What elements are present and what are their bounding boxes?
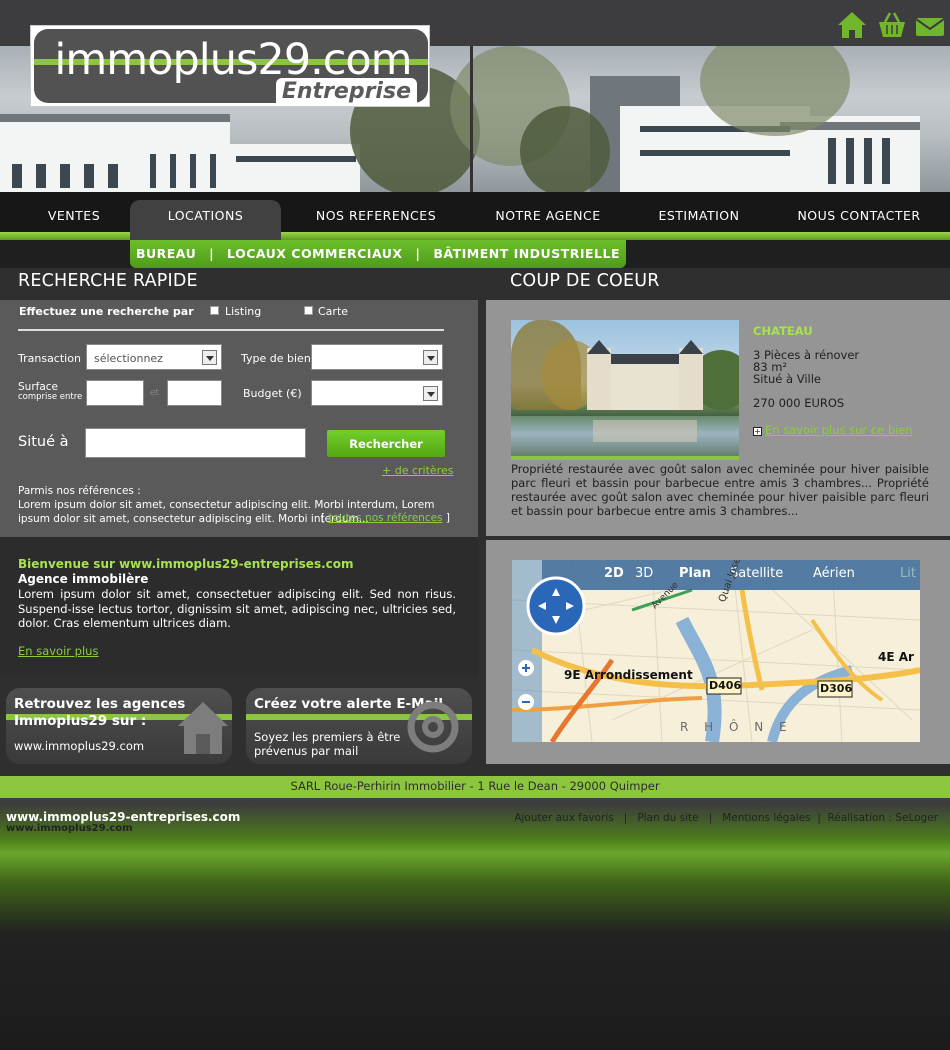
house-icon: [178, 702, 228, 754]
map-tab-2d[interactable]: 2D: [604, 566, 624, 581]
welcome-subtitle: Agence immobilère: [18, 572, 149, 586]
type-select[interactable]: [311, 344, 443, 370]
carte-checkbox[interactable]: [304, 306, 313, 315]
transaction-value: sélectionnez: [94, 352, 163, 365]
chevron-down-icon: [423, 350, 438, 365]
at-sign-icon: [407, 701, 459, 753]
refs-label: Parmis nos références :: [18, 485, 141, 497]
mail-icon[interactable]: [914, 10, 946, 40]
surface-max-input[interactable]: [167, 380, 222, 406]
promo-alerte[interactable]: Créez votre alerte E-Mail. Soyez les pre…: [246, 688, 472, 764]
transaction-label: Transaction: [18, 352, 81, 365]
type-label: Type de bien: [241, 352, 311, 365]
header: immoplus29.com Entreprise: [0, 0, 950, 192]
footer-link-realisation[interactable]: Réalisation : SeLoger: [828, 812, 938, 824]
footer-link-favoris[interactable]: Ajouter aux favoris: [514, 812, 614, 824]
quick-search-panel: Effectuez une recherche par Listing Cart…: [0, 300, 478, 537]
transaction-select[interactable]: sélectionnez: [86, 344, 222, 370]
company-address: SARL Roue-Perhirin Immobilier - 1 Rue le…: [290, 779, 660, 793]
map-label-arrondissement: 9E Arrondissement: [564, 668, 693, 682]
subnav-separator: |: [415, 246, 421, 261]
more-criteria-link[interactable]: + de critères: [382, 464, 453, 477]
logo-sub: Entreprise: [275, 78, 417, 106]
sub-nav: BUREAU | LOCAUX COMMERCIAUX | BÂTIMENT I…: [130, 240, 626, 268]
map-view[interactable]: 2D 3D Plan Satellite Aérien Lit 9E Arron…: [512, 560, 920, 742]
address-bar: SARL Roue-Perhirin Immobilier - 1 Rue le…: [0, 776, 950, 798]
learn-more-link[interactable]: En savoir plus: [18, 644, 98, 658]
map-tab-3d[interactable]: 3D: [635, 566, 653, 581]
budget-select[interactable]: [311, 380, 443, 406]
property-description: Propriété restaurée avec goût salon avec…: [511, 462, 929, 518]
main-nav: VENTES LOCATIONS NOS REFERENCES NOTRE AG…: [0, 192, 950, 240]
site-logo[interactable]: immoplus29.com Entreprise: [30, 25, 430, 107]
home-icon[interactable]: [836, 10, 868, 40]
map-label-arrondissement-2: 4E Ar: [878, 650, 914, 664]
chevron-down-icon: [202, 350, 217, 365]
plus-icon: +: [753, 427, 762, 436]
situe-label: Situé à: [18, 434, 69, 450]
search-divider: [18, 329, 444, 331]
footer-link-mentions[interactable]: Mentions légales: [722, 812, 810, 824]
subnav-item-bureau[interactable]: BUREAU: [136, 246, 196, 261]
budget-label: Budget (€): [243, 387, 302, 400]
banner-divider: [470, 46, 473, 192]
map-tab-more[interactable]: Lit: [900, 566, 916, 581]
subnav-item-locaux[interactable]: LOCAUX COMMERCIAUX: [227, 246, 403, 261]
search-by-label: Effectuez une recherche par: [19, 305, 194, 318]
promo-agences[interactable]: Retrouvez les agences Immoplus29 sur : w…: [6, 688, 232, 764]
nav-item-references[interactable]: NOS REFERENCES: [300, 208, 452, 223]
welcome-section: Bienvenue sur www.immoplus29-entreprises…: [0, 537, 478, 677]
listing-label: Listing: [225, 305, 262, 318]
property-photo[interactable]: [511, 320, 739, 460]
search-button[interactable]: Rechercher: [327, 430, 445, 457]
search-title: RECHERCHE RAPIDE: [18, 271, 198, 291]
nav-item-ventes[interactable]: VENTES: [32, 208, 116, 223]
footer: www.immoplus29-entreprises.com www.immop…: [0, 798, 950, 1050]
nav-item-locations[interactable]: LOCATIONS: [130, 200, 281, 240]
promo-agences-text: www.immoplus29.com: [14, 739, 145, 753]
footer-links: Ajouter aux favoris | Plan du site | Men…: [514, 812, 938, 824]
basket-icon[interactable]: [876, 10, 908, 40]
map-tab-aerien[interactable]: Aérien: [813, 566, 855, 581]
property-more-link[interactable]: + En savoir plus sur ce bien: [753, 423, 913, 437]
surface-min-input[interactable]: [86, 380, 144, 406]
all-references-link[interactable]: toutes nos références: [328, 512, 442, 524]
property-price: 270 000 EUROS: [753, 396, 845, 410]
location-input[interactable]: [85, 428, 306, 458]
map-road-d306: D306: [820, 682, 853, 695]
surface-et-label: et: [150, 388, 160, 398]
nav-item-contact[interactable]: NOUS CONTACTER: [780, 208, 938, 223]
map-label-river: R H Ô N E: [680, 720, 793, 734]
welcome-title: Bienvenue sur www.immoplus29-entreprises…: [18, 557, 354, 571]
promo-alerte-text: Soyez les premiers à être prévenus par m…: [254, 730, 401, 758]
chevron-down-icon: [423, 386, 438, 401]
surface-sub-label: comprise entre: [18, 392, 83, 402]
property-location: Situé à Ville: [753, 372, 822, 386]
promo-agences-title: Retrouvez les agences Immoplus29 sur :: [14, 696, 186, 729]
refs-link-wrap: [ toutes nos références ]: [321, 512, 450, 524]
footer-site-1[interactable]: www.immoplus29-entreprises.com: [6, 810, 240, 824]
nav-item-agence[interactable]: NOTRE AGENCE: [478, 208, 618, 223]
footer-link-plan[interactable]: Plan du site: [637, 812, 698, 824]
footer-site-2[interactable]: www.immoplus29.com: [6, 823, 133, 834]
map-tab-plan[interactable]: Plan: [679, 566, 711, 581]
nav-item-estimation[interactable]: ESTIMATION: [640, 208, 758, 223]
coup-title: COUP DE COEUR: [510, 271, 660, 291]
welcome-text: Lorem ipsum dolor sit amet, consectetuer…: [18, 587, 456, 630]
subnav-separator: |: [209, 246, 215, 261]
listing-checkbox[interactable]: [210, 306, 219, 315]
map-road-d406: D406: [709, 679, 742, 692]
property-type: CHATEAU: [753, 324, 813, 338]
subnav-item-batiment[interactable]: BÂTIMENT INDUSTRIELLE: [433, 246, 620, 261]
carte-label: Carte: [318, 305, 349, 318]
